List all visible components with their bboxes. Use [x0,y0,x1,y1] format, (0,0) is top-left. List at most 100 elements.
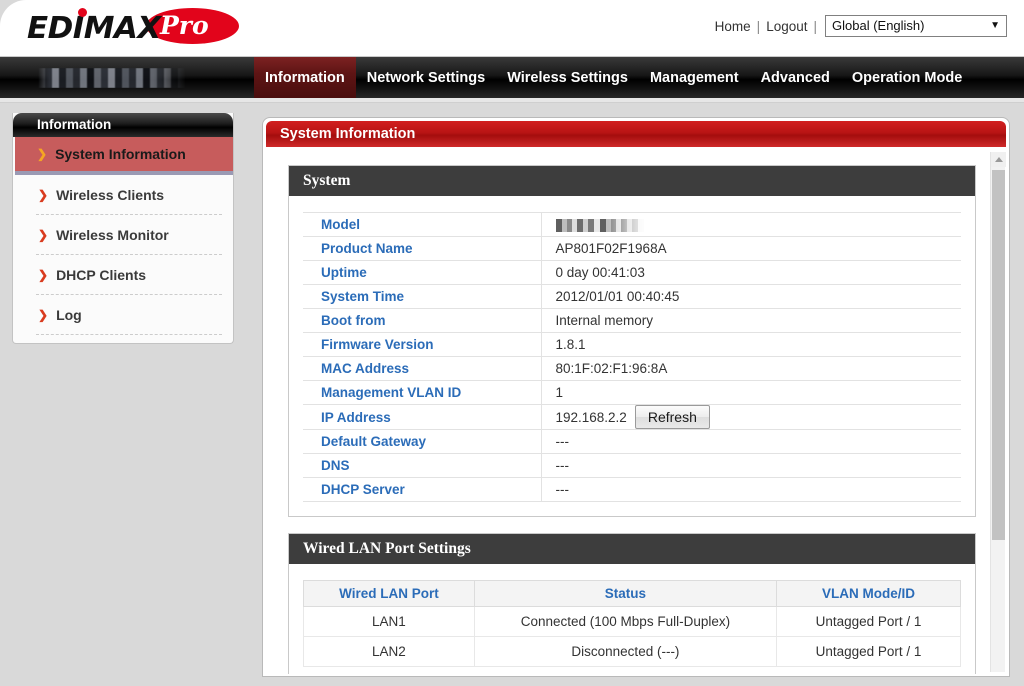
sidebar-item-log[interactable]: ❯ Log [16,295,230,335]
table-row: DNS --- [303,453,961,478]
logo-i-dot [78,8,87,17]
wired-lan-table: Wired LAN Port Status VLAN Mode/ID LAN1 … [303,580,961,667]
row-value: Internal memory [541,308,961,333]
scroll-up-button[interactable] [991,152,1006,167]
ip-address-value: 192.168.2.2 [555,410,627,425]
row-value: --- [541,429,961,454]
table-row: Uptime 0 day 00:41:03 [303,260,961,285]
redacted-model-value [555,218,644,232]
triangle-up-icon [994,157,1003,162]
cell-port: LAN2 [303,636,475,667]
row-key: IP Address [303,404,542,430]
row-value: 0 day 00:41:03 [541,260,961,285]
row-key: DHCP Server [303,477,542,502]
row-key: System Time [303,284,542,309]
refresh-button[interactable]: Refresh [634,405,710,429]
row-value: AP801F02F1968A [541,236,961,261]
nav-item-label: Management [649,69,739,86]
nav-item-management[interactable]: Management [639,57,750,98]
system-section: System Model Product Name AP801F02F1968A… [288,165,976,517]
row-value: --- [541,453,961,478]
chevron-right-icon: ❯ [38,308,49,322]
main-nav-menu: Information Network Settings Wireless Se… [254,57,973,98]
nav-item-information[interactable]: Information [254,57,356,98]
chevron-right-icon: ❯ [38,188,49,202]
link-separator-2: | [813,18,817,34]
chevron-right-icon: ❯ [37,147,48,161]
row-key: Uptime [303,260,542,285]
nav-item-label: Operation Mode [851,69,963,86]
scrollbar-thumb[interactable] [992,170,1005,540]
row-key: DNS [303,453,542,478]
row-key: Management VLAN ID [303,380,542,405]
system-section-body: Model Product Name AP801F02F1968A Uptime [289,196,975,516]
cell-vlan: Untagged Port / 1 [776,636,961,667]
row-key: Model [303,212,542,237]
system-info-table: Model Product Name AP801F02F1968A Uptime [303,212,961,502]
device-name-redacted [38,68,186,88]
row-key: MAC Address [303,356,542,381]
language-select[interactable]: Global (English) ▼ [825,15,1007,37]
content-panel: System Information System Model Product … [262,117,1010,677]
logo-brand-primary: EDIMAX [27,11,161,46]
nav-item-operation-mode[interactable]: Operation Mode [841,57,973,98]
column-header-vlan: VLAN Mode/ID [776,580,961,607]
table-row: System Time 2012/01/01 00:40:45 [303,284,961,309]
sidebar: Information ❯ System Information ❯ Wirel… [12,113,234,344]
cell-status: Connected (100 Mbps Full-Duplex) [473,606,778,637]
nav-item-advanced[interactable]: Advanced [750,57,841,98]
main-navigation-bar: Information Network Settings Wireless Se… [0,57,1024,98]
cell-status: Disconnected (---) [473,636,778,667]
content-scrollbar[interactable] [990,152,1006,672]
table-row: Firmware Version 1.8.1 [303,332,961,357]
row-value-model [541,212,961,237]
nav-item-wireless-settings[interactable]: Wireless Settings [496,57,639,98]
cell-port: LAN1 [303,606,475,637]
language-select-value: Global (English) [832,18,925,33]
column-header-status: Status [473,580,778,607]
table-row: DHCP Server --- [303,477,961,502]
sidebar-item-dhcp-clients[interactable]: ❯ DHCP Clients [16,255,230,295]
row-value: 1.8.1 [541,332,961,357]
browser-page: EDIMAX Pro Home | Logout | Global (Engli… [0,0,1024,686]
header-utility-links: Home | Logout | Global (English) ▼ [710,15,1007,37]
row-value-ip: 192.168.2.2 Refresh [541,404,961,430]
sidebar-item-label: Log [56,307,82,323]
table-row: Product Name AP801F02F1968A [303,236,961,261]
logo-brand-secondary: Pro [160,11,209,40]
nav-item-label: Wireless Settings [507,69,628,86]
sidebar-item-label: Wireless Monitor [56,227,169,243]
page-body: Information ❯ System Information ❯ Wirel… [0,103,1024,686]
home-link[interactable]: Home [710,19,756,34]
row-key: Product Name [303,236,542,261]
column-header-port: Wired LAN Port [303,580,475,607]
table-row: LAN2 Disconnected (---) Untagged Port / … [303,636,961,667]
sidebar-item-wireless-monitor[interactable]: ❯ Wireless Monitor [16,215,230,255]
table-row-ip-address: IP Address 192.168.2.2 Refresh [303,404,961,430]
table-row: Management VLAN ID 1 [303,380,961,405]
logout-link[interactable]: Logout [761,19,812,34]
sidebar-item-label: System Information [55,146,186,162]
chevron-right-icon: ❯ [38,228,49,242]
row-key: Default Gateway [303,429,542,454]
page-title: System Information [266,121,1006,147]
wired-lan-section-body: Wired LAN Port Status VLAN Mode/ID LAN1 … [289,564,975,674]
site-header: EDIMAX Pro Home | Logout | Global (Engli… [0,0,1024,57]
cell-vlan: Untagged Port / 1 [776,606,961,637]
system-section-heading: System [289,166,975,196]
table-row: MAC Address 80:1F:02:F1:96:8A [303,356,961,381]
nav-item-label: Advanced [760,69,830,86]
row-value: 1 [541,380,961,405]
table-row: Default Gateway --- [303,429,961,454]
nav-item-label: Network Settings [366,69,486,86]
sidebar-divider [36,334,222,335]
nav-item-network-settings[interactable]: Network Settings [356,57,496,98]
table-row: Model [303,212,961,237]
content-scroll-area: System Model Product Name AP801F02F1968A… [266,149,1008,674]
edimax-pro-logo: EDIMAX Pro [27,6,239,48]
table-row: LAN1 Connected (100 Mbps Full-Duplex) Un… [303,606,961,637]
sidebar-title: Information [13,113,233,137]
sidebar-item-system-information[interactable]: ❯ System Information [15,137,233,175]
row-value: 80:1F:02:F1:96:8A [541,356,961,381]
sidebar-item-wireless-clients[interactable]: ❯ Wireless Clients [16,175,230,215]
